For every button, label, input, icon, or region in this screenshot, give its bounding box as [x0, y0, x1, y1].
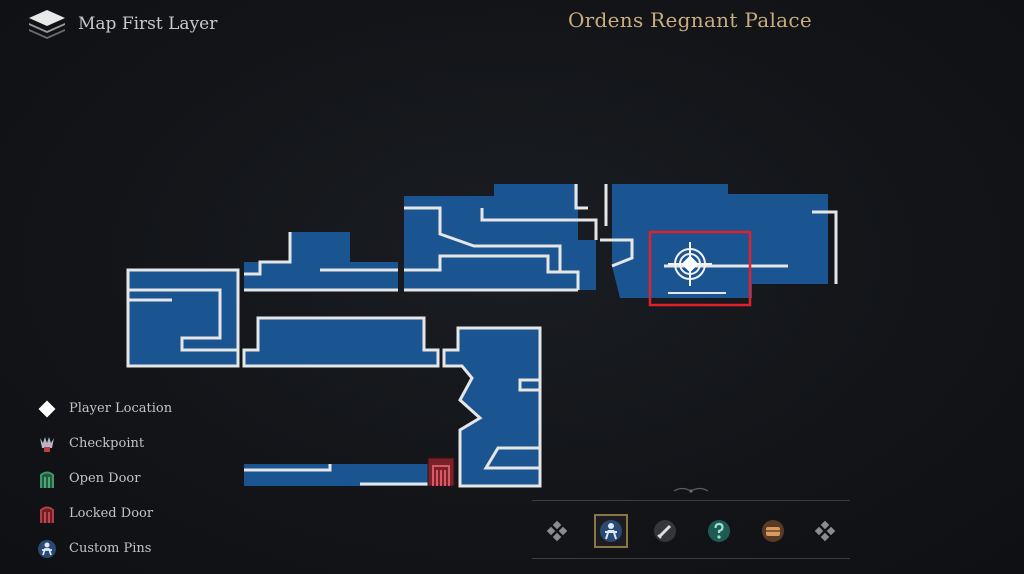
legend-label: Custom Pins [69, 541, 152, 556]
layer-toggle-button[interactable]: Map First Layer [26, 8, 217, 40]
toolbar-divider-top [532, 500, 850, 501]
area-title: Ordens Regnant Palace [567, 8, 812, 32]
map-room [404, 184, 596, 290]
legend-item-checkpoint: Checkpoint [36, 426, 216, 461]
checkpoint-icon [36, 433, 58, 455]
filter-toolbar [532, 487, 850, 560]
legend-label: Locked Door [69, 506, 154, 521]
legend-item-open-door: Open Door [36, 461, 216, 496]
map-room [242, 316, 440, 368]
prev-filter-icon[interactable] [540, 514, 574, 548]
custom-pin-filter-icon[interactable] [594, 514, 628, 548]
legend-item-custom-pins: Custom Pins [36, 531, 216, 566]
open-door-icon [36, 468, 58, 490]
next-filter-icon[interactable] [808, 514, 842, 548]
toolbar-divider-bottom [532, 558, 850, 559]
map-room [442, 326, 542, 488]
locked-door-marker[interactable] [427, 457, 455, 487]
map-rooms [126, 184, 838, 488]
ornament-icon [673, 487, 709, 493]
legend-label: Player Location [69, 401, 173, 416]
layer-label: Map First Layer [78, 14, 218, 34]
legend-label: Open Door [69, 471, 141, 486]
legend-label: Checkpoint [69, 436, 145, 451]
map-room [612, 184, 828, 298]
legend-item-player-location: Player Location [36, 391, 216, 426]
legend-item-locked-door: Locked Door [36, 496, 216, 531]
question-filter-icon[interactable] [702, 514, 736, 548]
layers-icon [26, 8, 68, 40]
chest-filter-icon[interactable] [756, 514, 790, 548]
locked-door-icon [36, 503, 58, 525]
map-legend: Player Location Checkpoint Open Door Loc… [36, 391, 216, 566]
custom-pins-icon [36, 538, 58, 560]
player-location-icon [36, 398, 58, 420]
weapon-filter-icon[interactable] [648, 514, 682, 548]
